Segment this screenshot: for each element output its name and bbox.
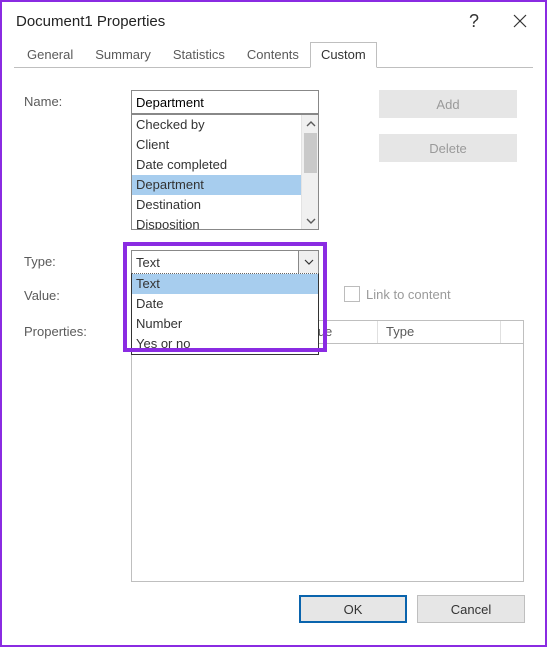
value-label: Value: [24,288,60,303]
name-input[interactable] [131,90,319,114]
properties-label: Properties: [24,324,87,339]
properties-table-body[interactable] [131,344,524,582]
cancel-button[interactable]: Cancel [417,595,525,623]
type-combobox-value: Text [132,255,298,270]
dialog-footer: OK Cancel [14,585,533,633]
client-area: General Summary Statistics Contents Cust… [2,40,545,645]
properties-col-type[interactable]: Type [378,321,501,343]
type-option[interactable]: Text [132,274,318,294]
scrollbar-thumb[interactable] [304,133,317,173]
tab-general[interactable]: General [16,42,84,68]
titlebar: Document1 Properties ? [2,2,545,40]
list-item[interactable]: Disposition [132,215,301,229]
help-button[interactable]: ? [451,3,497,39]
delete-button[interactable]: Delete [379,134,517,162]
type-combobox[interactable]: Text [131,250,319,274]
type-dropdown-list[interactable]: Text Date Number Yes or no [131,273,319,355]
tab-statistics[interactable]: Statistics [162,42,236,68]
form-area: Name: Checked by Client Date completed D… [14,68,533,585]
tab-summary[interactable]: Summary [84,42,162,68]
help-icon: ? [469,11,479,32]
list-item[interactable]: Date completed [132,155,301,175]
close-icon [513,14,527,28]
type-option[interactable]: Date [132,294,318,314]
type-label: Type: [24,254,56,269]
type-option[interactable]: Number [132,314,318,334]
tabstrip: General Summary Statistics Contents Cust… [14,40,533,68]
link-to-content-label: Link to content [366,287,451,302]
type-dropdown-button[interactable] [298,251,318,273]
list-item[interactable]: Destination [132,195,301,215]
properties-col-tail [501,321,523,343]
name-listbox-scrollbar[interactable] [301,115,318,229]
chevron-down-icon [304,257,314,267]
add-button[interactable]: Add [379,90,517,118]
close-button[interactable] [497,3,543,39]
window-title: Document1 Properties [16,13,451,30]
dialog-window: Document1 Properties ? General Summary S… [0,0,547,647]
scroll-up-icon[interactable] [302,115,319,132]
scroll-down-icon[interactable] [302,212,319,229]
list-item[interactable]: Checked by [132,115,301,135]
list-item[interactable]: Client [132,135,301,155]
ok-button[interactable]: OK [299,595,407,623]
list-item[interactable]: Department [132,175,301,195]
name-options-items: Checked by Client Date completed Departm… [132,115,301,229]
type-option[interactable]: Yes or no [132,334,318,354]
link-to-content-checkbox: Link to content [344,286,451,302]
tab-custom[interactable]: Custom [310,42,377,68]
name-options-listbox[interactable]: Checked by Client Date completed Departm… [131,114,319,230]
tab-contents[interactable]: Contents [236,42,310,68]
checkbox-box [344,286,360,302]
name-label: Name: [24,94,62,109]
